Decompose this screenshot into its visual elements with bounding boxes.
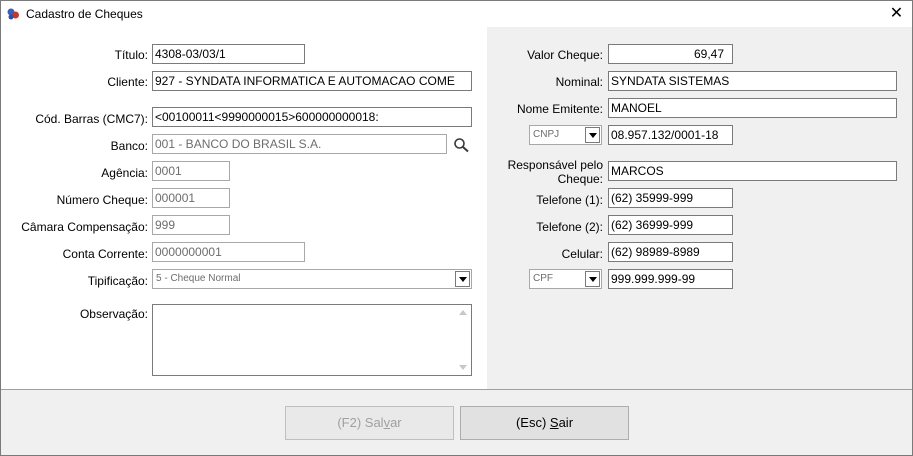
telefone2-field[interactable]: (62) 36999-999 <box>608 215 733 235</box>
responsavel-doc-type-value: CPF <box>533 273 553 284</box>
cliente-field[interactable]: 927 - SYNDATA INFORMATICA E AUTOMACAO CO… <box>152 71 472 91</box>
camara-label: Câmara Compensação: <box>21 220 148 234</box>
responsavel-doc-field[interactable]: 999.999.999-99 <box>608 269 733 289</box>
observacao-label: Observação: <box>79 307 148 321</box>
banco-field[interactable]: 001 - BANCO DO BRASIL S.A. <box>152 134 447 154</box>
agencia-label: Agência: <box>101 166 148 180</box>
tipificacao-label: Tipificação: <box>87 274 148 288</box>
responsavel-label-line2: Cheque: <box>557 172 603 186</box>
titulo-label: Título: <box>114 48 148 62</box>
title-bar: Cadastro de Cheques ✕ <box>1 1 912 27</box>
scroll-down-icon[interactable] <box>457 363 469 373</box>
banco-label: Banco: <box>110 139 148 153</box>
nome-emitente-field[interactable]: MANOEL <box>608 98 897 118</box>
responsavel-label-line1: Responsável pelo <box>507 158 603 172</box>
sair-label-pre: (Esc) <box>515 415 550 430</box>
agencia-field[interactable]: 0001 <box>152 161 230 181</box>
responsavel-doc-type-select[interactable]: CPF <box>529 269 602 289</box>
conta-corrente-label: Conta Corrente: <box>62 247 148 261</box>
chevron-down-icon[interactable] <box>455 271 470 287</box>
emitente-doc-type-value: CNPJ <box>533 129 560 140</box>
sair-button[interactable]: (Esc) Sair <box>460 406 629 440</box>
emitente-doc-field[interactable]: 08.957.132/0001-18 <box>608 125 733 145</box>
nominal-field[interactable]: SYNDATA SISTEMAS <box>608 71 897 91</box>
nome-emitente-label: Nome Emitente: <box>516 102 603 116</box>
valor-cheque-label: Valor Cheque: <box>527 48 603 62</box>
conta-corrente-field[interactable]: 0000000001 <box>152 242 305 262</box>
celular-field[interactable]: (62) 98989-8989 <box>608 242 733 262</box>
chevron-down-icon[interactable] <box>585 271 600 287</box>
celular-label: Celular: <box>561 247 603 261</box>
cliente-label: Cliente: <box>107 75 148 89</box>
salvar-label-post: ar <box>390 415 402 430</box>
salvar-button[interactable]: (F2) Salvar <box>285 406 454 440</box>
camara-field[interactable]: 999 <box>152 215 230 235</box>
footer <box>1 390 912 455</box>
scroll-up-icon[interactable] <box>457 307 469 317</box>
salvar-label-pre: (F2) Sal <box>337 415 384 430</box>
tipificacao-select[interactable]: 5 - Cheque Normal <box>152 269 472 289</box>
chevron-down-icon[interactable] <box>585 127 600 143</box>
observacao-textarea[interactable] <box>152 304 472 376</box>
emitente-doc-type-select[interactable]: CNPJ <box>529 125 602 145</box>
valor-cheque-field[interactable]: 69,47 <box>608 44 733 64</box>
responsavel-field[interactable]: MARCOS <box>608 161 897 181</box>
nominal-label: Nominal: <box>555 75 603 89</box>
cod-barras-label: Cód. Barras (CMC7): <box>35 112 148 126</box>
telefone1-field[interactable]: (62) 35999-999 <box>608 188 733 208</box>
window-title: Cadastro de Cheques <box>26 7 143 21</box>
sair-label-post: air <box>558 415 574 430</box>
numero-cheque-label: Número Cheque: <box>56 193 148 207</box>
cod-barras-field[interactable]: <00100011<9990000015>600000000018: <box>152 107 472 127</box>
close-icon[interactable]: ✕ <box>881 1 912 27</box>
responsavel-label: Responsável pelo Cheque: <box>508 158 603 186</box>
sair-label-key: S <box>549 415 559 430</box>
tipificacao-value: 5 - Cheque Normal <box>156 273 241 284</box>
numero-cheque-field[interactable]: 000001 <box>152 188 230 208</box>
telefone1-label: Telefone (1): <box>536 193 603 207</box>
app-icon <box>7 8 19 20</box>
search-icon[interactable] <box>453 137 471 153</box>
telefone2-label: Telefone (2): <box>536 220 603 234</box>
cadastro-cheques-window: Cadastro de Cheques ✕ Título: 4308-03/03… <box>0 0 913 456</box>
titulo-field[interactable]: 4308-03/03/1 <box>152 44 305 64</box>
